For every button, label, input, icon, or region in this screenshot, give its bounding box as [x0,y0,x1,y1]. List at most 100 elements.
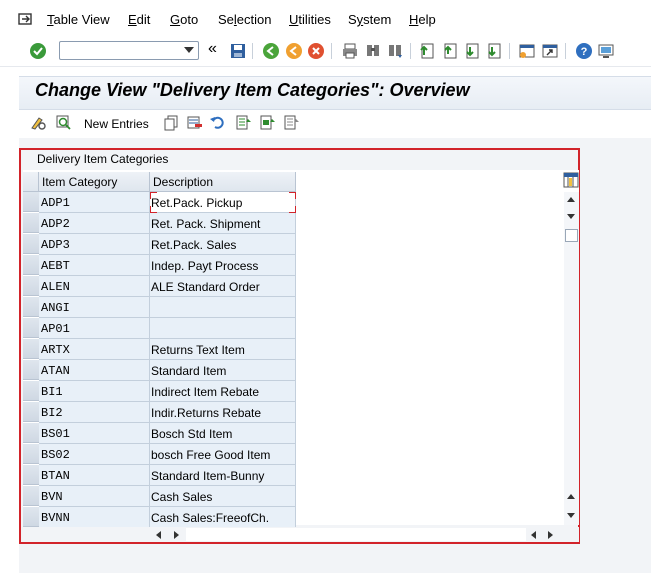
delete-icon[interactable] [186,114,203,131]
page-up-icon[interactable] [567,494,575,499]
select-block-icon[interactable] [259,114,276,131]
description-cell[interactable]: Indirect Item Rebate [150,381,296,402]
item-category-cell: ALEN [39,276,150,297]
row-selector[interactable] [23,465,39,485]
select-all-icon[interactable] [235,114,252,131]
description-cell[interactable]: ALE Standard Order [150,276,296,297]
item-category-cell: ATAN [39,360,150,381]
item-category-cell: BI1 [39,381,150,402]
row-selector[interactable] [23,486,39,506]
description-cell[interactable]: Cash Sales [150,486,296,507]
row-selector[interactable] [23,339,39,359]
previous-page-icon[interactable] [441,42,459,60]
menu-item-utilities[interactable]: Utilities [289,12,331,27]
scroll-left-icon[interactable] [531,531,536,539]
toolbar-separator [252,43,253,59]
description-cell[interactable]: Indir.Returns Rebate [150,402,296,423]
column-header-description[interactable]: Description [150,172,296,192]
enter-icon[interactable] [29,42,47,60]
create-session-icon[interactable] [518,42,536,60]
help-icon[interactable]: ? [575,42,593,60]
toolbar-separator [509,43,510,59]
row-selector[interactable] [23,381,39,401]
description-cell[interactable]: Indep. Payt Process [150,255,296,276]
row-selector[interactable] [23,318,39,338]
row-selector[interactable] [23,297,39,317]
description-cell[interactable]: Standard Item [150,360,296,381]
menu-item-help[interactable]: Help [409,12,436,27]
item-category-cell: BTAN [39,465,150,486]
scroll-right-icon[interactable] [548,531,553,539]
column-header-item-category[interactable]: Item Category [39,172,150,192]
select-all-rows-button[interactable] [23,172,39,192]
menu-item-selection[interactable]: Selection [218,12,272,27]
find-icon[interactable] [364,42,382,60]
item-category-cell: BVN [39,486,150,507]
description-cell[interactable]: Ret.Pack. Sales [150,234,296,255]
command-collapse-icon[interactable]: « [208,40,217,58]
page-down-icon[interactable] [567,513,575,518]
row-selector[interactable] [23,255,39,275]
description-cell[interactable] [150,297,296,318]
menu-item-table-view[interactable]: Table View [47,12,110,27]
menu-item-goto[interactable]: Goto [170,12,198,27]
toolbar-separator [331,43,332,59]
item-category-cell: ADP2 [39,213,150,234]
undo-change-icon[interactable] [209,114,226,131]
menu-icon[interactable] [18,12,34,26]
select-icon[interactable] [55,114,72,131]
find-next-icon[interactable] [386,42,404,60]
row-selector[interactable] [23,402,39,422]
next-page-icon[interactable] [463,42,481,60]
page-title: Change View "Delivery Item Categories": … [35,80,470,100]
display-change-icon[interactable] [30,114,47,131]
copy-as-icon[interactable] [163,114,180,131]
back-icon[interactable] [262,42,280,60]
description-cell[interactable]: Ret. Pack. Shipment [150,213,296,234]
horizontal-scroll-track[interactable] [186,528,526,541]
command-input[interactable] [62,43,184,59]
exit-icon[interactable] [285,42,303,60]
cancel-icon[interactable] [307,42,325,60]
item-category-cell: AEBT [39,255,150,276]
row-selector[interactable] [23,507,39,527]
description-cell[interactable] [150,318,296,339]
svg-text:?: ? [581,46,588,58]
customize-layout-icon[interactable] [597,42,615,60]
deselect-all-icon[interactable] [283,114,300,131]
row-selector[interactable] [23,360,39,380]
new-entries-button[interactable]: New Entries [84,117,149,131]
description-cell[interactable]: Standard Item-Bunny [150,465,296,486]
item-category-cell: ANGI [39,297,150,318]
print-icon[interactable] [341,42,359,60]
item-category-cell: AP01 [39,318,150,339]
row-selector[interactable] [23,444,39,464]
shortcut-icon[interactable] [541,42,559,60]
row-selector[interactable] [23,234,39,254]
scrollbar-thumb[interactable] [565,229,578,242]
chevron-down-icon[interactable] [184,47,194,53]
toolbar-separator [565,43,566,59]
description-cell[interactable]: bosch Free Good Item [150,444,296,465]
description-cell[interactable]: Bosch Std Item [150,423,296,444]
scroll-right-icon[interactable] [174,531,179,539]
command-field[interactable] [59,41,199,60]
table-settings-icon[interactable] [563,172,579,188]
save-icon[interactable] [229,42,247,60]
cell-focus-marker [150,192,296,213]
menu-item-system[interactable]: System [348,12,391,27]
scroll-left-icon[interactable] [156,531,161,539]
description-cell[interactable]: Returns Text Item [150,339,296,360]
row-selector[interactable] [23,192,39,212]
row-selector[interactable] [23,276,39,296]
item-category-cell: BI2 [39,402,150,423]
last-page-icon[interactable] [485,42,503,60]
first-page-icon[interactable] [418,42,436,60]
description-cell[interactable]: Cash Sales:FreeofCh. [150,507,296,528]
menu-item-edit[interactable]: Edit [128,12,150,27]
row-selector[interactable] [23,213,39,233]
item-category-cell: BVNN [39,507,150,528]
row-selector[interactable] [23,423,39,443]
scroll-up-icon[interactable] [567,197,575,202]
scroll-down-icon[interactable] [567,214,575,219]
